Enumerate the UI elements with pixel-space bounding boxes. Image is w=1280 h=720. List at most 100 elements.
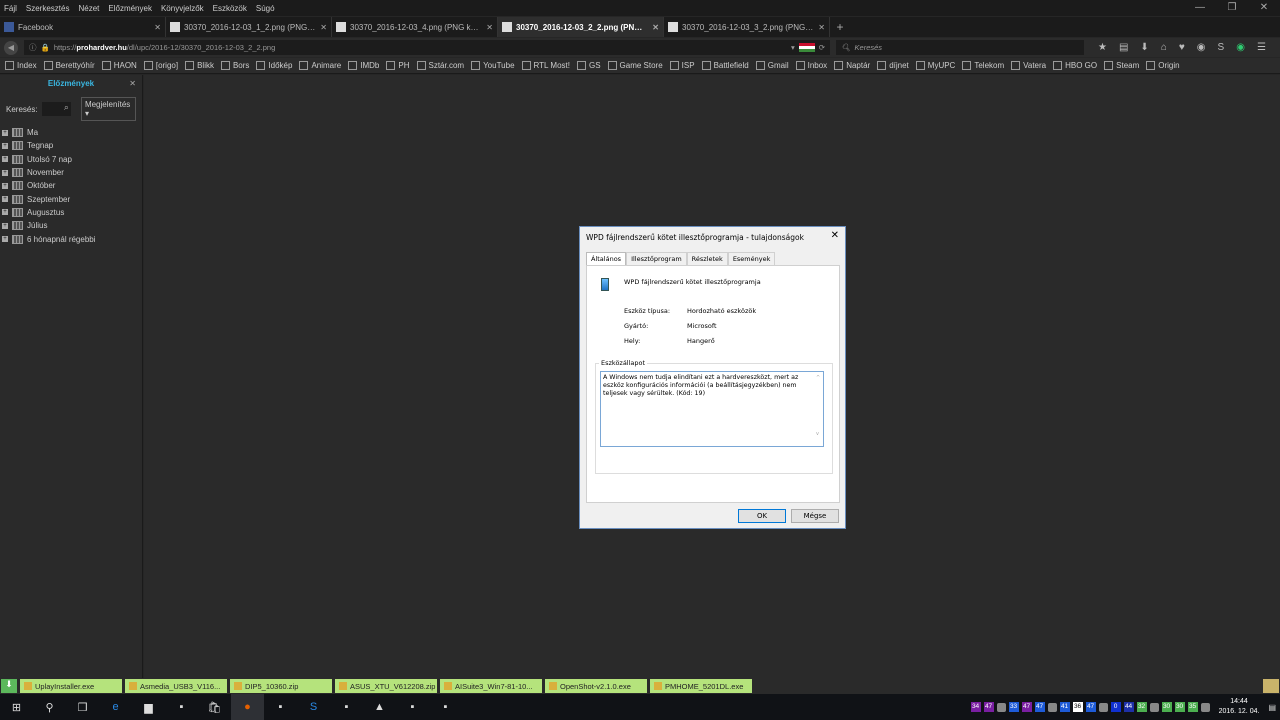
bookmark-item[interactable]: Animare: [299, 61, 341, 70]
expand-icon[interactable]: +: [2, 182, 8, 189]
bookmark-item[interactable]: Blikk: [185, 61, 214, 70]
bookmark-item[interactable]: Inbox: [795, 61, 827, 70]
history-group[interactable]: + November: [0, 166, 142, 179]
bookmark-item[interactable]: Berettyóhír: [43, 61, 95, 70]
taskbar-app-icon[interactable]: ▪: [264, 694, 297, 720]
extension-green-icon[interactable]: ◉: [1236, 42, 1245, 53]
close-tab-icon[interactable]: ✕: [652, 23, 659, 32]
scrollbar[interactable]: ^ v: [816, 374, 822, 444]
history-group[interactable]: + Tegnap: [0, 139, 142, 152]
bookmark-item[interactable]: GS: [576, 61, 601, 70]
menu-item[interactable]: Eszközök: [213, 4, 247, 13]
tab-details[interactable]: Részletek: [686, 252, 728, 265]
browser-tab[interactable]: Facebook ✕: [0, 17, 166, 37]
taskbar-store-icon[interactable]: 🛍: [198, 694, 231, 720]
bookmark-item[interactable]: PH: [386, 61, 410, 70]
tray-counter-icon[interactable]: 47: [1021, 702, 1032, 712]
taskbar-photos-icon[interactable]: ▲: [363, 694, 396, 720]
expand-icon[interactable]: +: [2, 129, 8, 136]
reload-icon[interactable]: ⟳: [819, 43, 825, 52]
bookmark-item[interactable]: RTL Most!: [521, 61, 570, 70]
view-dropdown[interactable]: Megjelenítés ▾: [80, 97, 136, 121]
pocket-icon[interactable]: ♥: [1179, 42, 1185, 53]
bookmark-item[interactable]: HBO GO: [1053, 61, 1097, 70]
bookmark-item[interactable]: Index: [5, 61, 37, 70]
download-item[interactable]: UplayInstaller.exe: [20, 679, 122, 693]
tray-counter-icon[interactable]: 34: [970, 702, 981, 712]
bookmark-item[interactable]: ISP: [669, 61, 695, 70]
notification-icon[interactable]: ▤: [1268, 703, 1276, 712]
info-icon[interactable]: ⓘ: [29, 42, 37, 53]
tab-general[interactable]: Általános: [586, 252, 627, 265]
menu-item[interactable]: Könyvjelzők: [161, 4, 204, 13]
bookmark-item[interactable]: [origo]: [143, 61, 178, 70]
bookmark-item[interactable]: Game Store: [607, 61, 663, 70]
browser-tab[interactable]: 30370_2016-12-03_4.png (PNG kép, ... ✕: [332, 17, 498, 37]
extension-icon[interactable]: ◉: [1197, 42, 1206, 53]
tray-counter-icon[interactable]: 47: [1034, 702, 1045, 712]
expand-icon[interactable]: +: [2, 156, 8, 163]
taskbar-windows-start-icon[interactable]: ⊞: [0, 694, 33, 720]
tray-counter-icon[interactable]: 30: [1174, 702, 1185, 712]
clock[interactable]: 14:44 2016. 12. 04.: [1219, 697, 1260, 717]
taskbar-app-icon[interactable]: ▪: [396, 694, 429, 720]
bookmark-item[interactable]: díjnet: [877, 61, 909, 70]
taskbar-app-icon[interactable]: ▪: [165, 694, 198, 720]
browser-tab[interactable]: 30370_2016-12-03_3_2.png (PNG ké... ✕: [664, 17, 830, 37]
new-tab-button[interactable]: +: [830, 17, 850, 37]
history-group[interactable]: + Július: [0, 219, 142, 232]
history-group[interactable]: + Október: [0, 179, 142, 192]
bookmark-item[interactable]: Naptár: [834, 61, 870, 70]
menu-item[interactable]: Szerkesztés: [26, 4, 70, 13]
status-textbox[interactable]: A Windows nem tudja elindítani ezt a har…: [600, 371, 824, 447]
bookmark-item[interactable]: HAON: [101, 61, 137, 70]
tray-counter-icon[interactable]: 47: [983, 702, 994, 712]
tray-counter-icon[interactable]: 30: [1161, 702, 1172, 712]
bookmark-item[interactable]: Vatera: [1011, 61, 1046, 70]
dropdown-icon[interactable]: ▾: [791, 43, 795, 52]
expand-icon[interactable]: +: [2, 222, 8, 229]
clear-downloads-button[interactable]: [1263, 679, 1279, 693]
history-search-input[interactable]: ⌕: [41, 102, 71, 116]
taskbar-app-icon[interactable]: ▪: [330, 694, 363, 720]
url-bar[interactable]: ⓘ 🔒 https://prohardver.hu/dl/upc/2016-12…: [24, 40, 830, 55]
expand-icon[interactable]: +: [2, 142, 8, 149]
restore-button[interactable]: ❐: [1216, 0, 1248, 16]
download-item[interactable]: OpenShot-v2.1.0.exe: [545, 679, 647, 693]
back-button[interactable]: ◀: [4, 40, 18, 55]
history-group[interactable]: + Ma: [0, 126, 142, 139]
download-icon[interactable]: ⬇: [1140, 42, 1148, 53]
taskbar-file-explorer-icon[interactable]: ▆: [132, 694, 165, 720]
taskbar-edge-icon[interactable]: e: [99, 694, 132, 720]
close-tab-icon[interactable]: ✕: [320, 23, 327, 32]
tray-counter-icon[interactable]: 41: [1059, 702, 1070, 712]
history-group[interactable]: + Szeptember: [0, 192, 142, 205]
bookmark-item[interactable]: Gmail: [755, 61, 789, 70]
taskbar-skype-icon[interactable]: S: [297, 694, 330, 720]
tray-counter-icon[interactable]: 47: [1085, 702, 1096, 712]
extension-s-icon[interactable]: S: [1218, 42, 1225, 53]
close-tab-icon[interactable]: ✕: [154, 23, 161, 32]
close-icon[interactable]: ✕: [129, 79, 136, 88]
menu-icon[interactable]: ☰: [1257, 42, 1266, 53]
bookmark-item[interactable]: IMDb: [348, 61, 379, 70]
tray-counter-icon[interactable]: 44: [1123, 702, 1134, 712]
tray-app-icon[interactable]: [1149, 702, 1159, 712]
download-item[interactable]: Asmedia_USB3_V116...: [125, 679, 227, 693]
tray-app-icon[interactable]: [1200, 702, 1210, 712]
bookmark-item[interactable]: Steam: [1104, 61, 1139, 70]
download-arrow-icon[interactable]: ⬇: [1, 679, 17, 693]
bookmark-item[interactable]: Időkép: [256, 61, 292, 70]
tab-driver[interactable]: Illesztőprogram: [626, 252, 687, 265]
reading-list-icon[interactable]: ▤: [1119, 42, 1128, 53]
history-group[interactable]: +6 hónapnál régebbi: [0, 232, 142, 245]
close-window-button[interactable]: ✕: [1248, 0, 1280, 16]
bookmark-star-icon[interactable]: ★: [1098, 42, 1107, 53]
menu-item[interactable]: Előzmények: [108, 4, 152, 13]
expand-icon[interactable]: +: [2, 196, 8, 203]
tray-app-icon[interactable]: [996, 702, 1006, 712]
bookmark-item[interactable]: Sztár.com: [416, 61, 464, 70]
browser-tab[interactable]: 30370_2016-12-03_1_2.png (PNG ké... ✕: [166, 17, 332, 37]
download-item[interactable]: DIP5_10360.zip: [230, 679, 332, 693]
menu-item[interactable]: Nézet: [78, 4, 99, 13]
